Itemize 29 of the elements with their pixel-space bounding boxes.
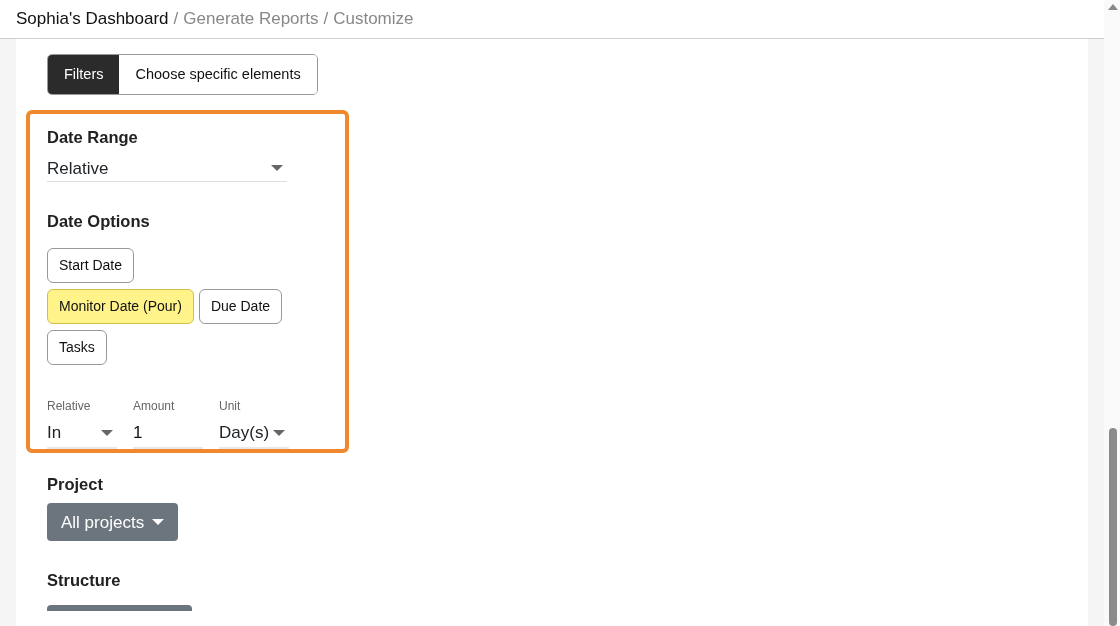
select-field[interactable]: In	[47, 418, 117, 449]
section-heading: Date Range	[47, 128, 139, 148]
scrollbar-thumb[interactable]	[1109, 428, 1117, 626]
mode-tab[interactable]: Filters	[48, 55, 120, 94]
field-label: Relative	[47, 397, 92, 415]
breadcrumb-separator: /	[323, 8, 329, 31]
dropdown-caret-icon	[273, 429, 285, 436]
dropdown-caret-icon	[271, 165, 283, 172]
date-option-chip[interactable]: Start Date	[47, 247, 135, 283]
section-heading: Structure	[47, 571, 122, 592]
breadcrumb-link[interactable]: Generate Reports	[183, 6, 319, 32]
field-label: Amount	[133, 397, 176, 415]
input-field[interactable]: 1	[133, 418, 203, 449]
breadcrumb-link[interactable]: Sophia's Dashboard	[16, 6, 169, 32]
project-dropdown-button[interactable]: All projects	[47, 503, 179, 542]
select-field[interactable]: Day(s)	[219, 418, 289, 449]
breadcrumb-separator: /	[173, 8, 179, 31]
date-option-chip[interactable]: Monitor Date (Pour)	[47, 288, 194, 324]
date-range-select[interactable]: Relative	[47, 151, 287, 182]
breadcrumb-link[interactable]: Customize	[333, 6, 414, 32]
dropdown-caret-icon	[101, 429, 113, 436]
date-option-chip[interactable]: Due Date	[198, 288, 283, 324]
scroll-up-icon[interactable]	[1108, 4, 1118, 10]
dropdown-caret-icon	[152, 519, 165, 526]
field-label: Unit	[219, 397, 242, 415]
section-heading: Project	[47, 475, 104, 496]
scrollbar[interactable]	[1104, 0, 1120, 626]
section-heading: Date Options	[47, 211, 151, 232]
date-option-chip[interactable]: Tasks	[47, 329, 107, 365]
